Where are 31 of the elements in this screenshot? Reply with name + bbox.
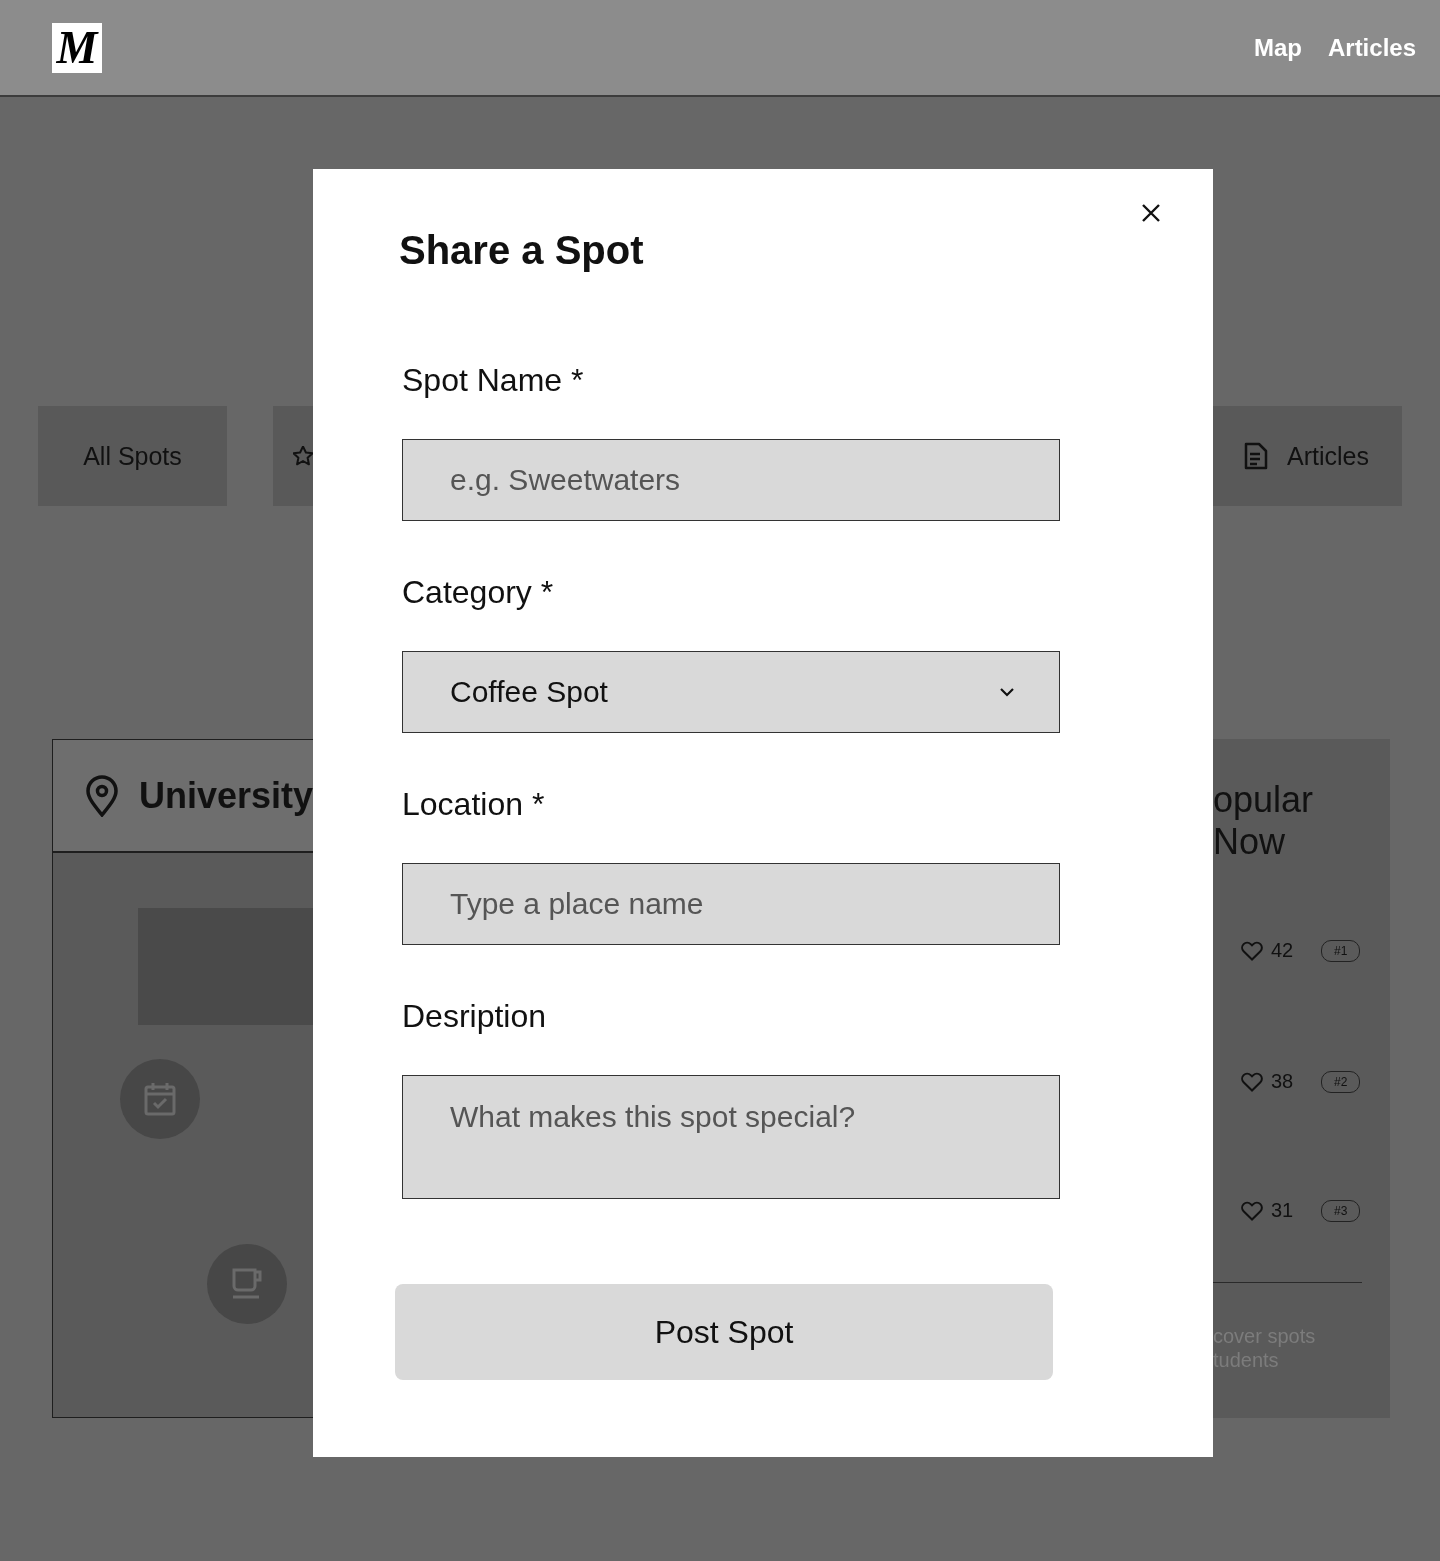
field-label: Spot Name * bbox=[402, 361, 585, 400]
card-title: University bbox=[139, 774, 314, 817]
field-label: Category * bbox=[402, 573, 555, 612]
nav-link[interactable]: Articles bbox=[1327, 33, 1416, 62]
field-label: Location * bbox=[402, 785, 546, 824]
rank-badge: #1 bbox=[1321, 939, 1361, 962]
document-icon bbox=[1243, 442, 1269, 470]
filter-tab[interactable]: Articles bbox=[1213, 406, 1402, 506]
text-field[interactable]: e.g. Sweetwaters bbox=[402, 439, 1060, 521]
chevron-icon bbox=[999, 687, 1015, 697]
logo[interactable]: M bbox=[52, 22, 102, 73]
panel-title: opular Now bbox=[1213, 779, 1315, 863]
text-field[interactable]: Type a place name bbox=[402, 863, 1060, 945]
heart-icon[interactable] bbox=[1241, 1071, 1263, 1092]
field-label: Desription bbox=[402, 997, 548, 1036]
like-count: 42 bbox=[1271, 939, 1295, 962]
nav-link[interactable]: Map bbox=[1253, 33, 1302, 62]
description-field[interactable]: What makes this spot special? bbox=[402, 1075, 1060, 1199]
star-icon bbox=[293, 446, 313, 466]
heart-icon[interactable] bbox=[1241, 940, 1263, 961]
heart-icon[interactable] bbox=[1241, 1200, 1263, 1221]
like-count: 31 bbox=[1271, 1199, 1295, 1222]
dialog-title: Share a Spot bbox=[399, 228, 645, 272]
rank-badge: #2 bbox=[1321, 1070, 1361, 1093]
post-spot-button[interactable]: Post Spot bbox=[395, 1284, 1053, 1380]
filter-tab[interactable]: All Spots bbox=[38, 406, 227, 506]
rank-badge: #3 bbox=[1321, 1199, 1361, 1222]
category-select[interactable]: Coffee Spot bbox=[402, 651, 1060, 733]
calendar-icon bbox=[143, 1081, 177, 1117]
like-count: 38 bbox=[1271, 1070, 1295, 1093]
map-pin-icon bbox=[85, 774, 119, 817]
